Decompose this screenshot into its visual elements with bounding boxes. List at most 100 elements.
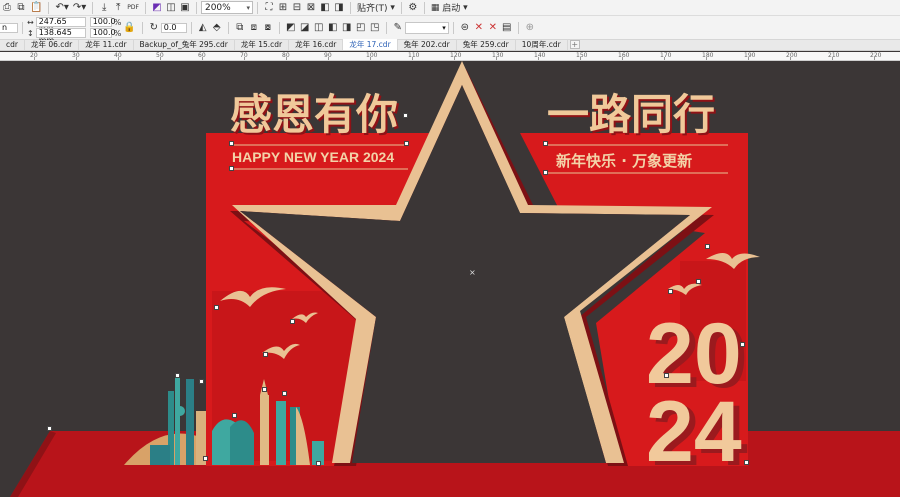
drawing-canvas[interactable]: 感恩有你 感恩有你 一路同行 一路同行 HAPPY NEW YEAR 2024 … xyxy=(0,61,900,497)
snap-to-button[interactable]: 贴齐(T) ▾ xyxy=(355,1,397,15)
selection-node[interactable] xyxy=(262,387,267,392)
lock-ratio-icon[interactable]: 🔒 xyxy=(121,21,137,35)
artwork: 感恩有你 感恩有你 一路同行 一路同行 HAPPY NEW YEAR 2024 … xyxy=(10,61,900,497)
selection-node[interactable] xyxy=(316,461,321,466)
paste-icon[interactable]: 📋 xyxy=(28,1,44,15)
undo-icon[interactable]: ↶▾ xyxy=(53,1,70,15)
scale-height-field[interactable]: 100.0 xyxy=(89,28,116,38)
selection-node[interactable] xyxy=(740,342,745,347)
happy-new-year-text: HAPPY NEW YEAR 2024 xyxy=(232,149,394,165)
ruler-label: 100 xyxy=(366,52,378,59)
weld-icon[interactable]: ◩ xyxy=(284,21,298,35)
create-boundary-icon[interactable]: ◳ xyxy=(368,21,382,35)
ruler-label: 180 xyxy=(702,52,714,59)
document-tab[interactable]: 10周年.cdr xyxy=(516,39,568,50)
chevron-down-icon: ▾ xyxy=(442,23,446,32)
launcher-icon[interactable]: ◫ xyxy=(164,1,178,15)
ruler-label: 170 xyxy=(660,52,672,59)
document-tab[interactable]: 龙年 17.cdr xyxy=(343,39,398,50)
document-tab[interactable]: 龙年 11.cdr xyxy=(79,39,134,50)
selection-node[interactable] xyxy=(229,166,234,171)
ruler-tick xyxy=(706,57,707,60)
selection-node[interactable] xyxy=(232,413,237,418)
rotate-icon[interactable]: ↻ xyxy=(147,21,161,35)
full-screen-icon[interactable]: ⛶ xyxy=(262,1,276,15)
welcome-icon[interactable]: ▣ xyxy=(178,1,192,15)
wrap-text-icon[interactable]: ⊜ xyxy=(458,21,472,35)
document-tab[interactable]: 兔年 202.cdr xyxy=(398,39,457,50)
document-tab[interactable]: 龙年 06.cdr xyxy=(25,39,80,50)
redo-icon[interactable]: ↷▾ xyxy=(71,1,88,15)
corel-connect-icon[interactable]: ◩ xyxy=(150,1,164,15)
launch-button[interactable]: ▦ 启动 ▾ xyxy=(429,1,470,15)
selection-node[interactable] xyxy=(664,373,669,378)
document-tab[interactable]: 龙年 16.cdr xyxy=(289,39,344,50)
document-tab[interactable]: 龙年 15.cdr xyxy=(235,39,290,50)
gear-icon[interactable]: ⚙ xyxy=(406,1,420,15)
selection-node[interactable] xyxy=(47,426,52,431)
percent-label: % xyxy=(113,17,122,27)
outline-icon[interactable]: ✎ xyxy=(391,21,405,35)
ruler-tick xyxy=(34,57,35,60)
selection-node[interactable] xyxy=(696,279,701,284)
document-tab[interactable]: cdr xyxy=(0,39,25,50)
document-tab[interactable]: Backup_of_兔年 295.cdr xyxy=(134,39,235,50)
align-distribute-icon[interactable]: ▤ xyxy=(500,21,514,35)
ruler-tick xyxy=(76,57,77,60)
print-icon[interactable]: ⎙ xyxy=(0,1,14,15)
ruler-tick xyxy=(328,57,329,60)
width-field[interactable]: 247.65 mm xyxy=(35,17,86,34)
outline-width-select[interactable]: ▾ xyxy=(404,21,449,34)
selection-node[interactable] xyxy=(203,456,208,461)
selection-node[interactable] xyxy=(705,244,710,249)
mirror-vertical-icon[interactable]: ⬘ xyxy=(210,21,224,35)
grid-icon[interactable]: ⊟ xyxy=(290,1,304,15)
group-icon[interactable]: ⧉ xyxy=(233,21,247,35)
selection-node[interactable] xyxy=(404,141,409,146)
selection-node[interactable] xyxy=(668,289,673,294)
selection-node[interactable] xyxy=(543,141,548,146)
front-minus-back-icon[interactable]: ◨ xyxy=(340,21,354,35)
separator xyxy=(278,21,280,34)
snap-icon[interactable]: ◧ xyxy=(318,1,332,15)
selection-node[interactable] xyxy=(214,305,219,310)
mirror-horizontal-icon[interactable]: ◭ xyxy=(196,21,210,35)
ungroup-all-icon[interactable]: ⧇ xyxy=(261,21,275,35)
horizontal-ruler: 20 30 40 50 60 70 80 90 100 110 120 130 140 150 160 170… xyxy=(0,52,900,61)
import-icon[interactable]: ⤓ xyxy=(97,1,111,15)
dynamic-guides-icon[interactable]: ◨ xyxy=(332,1,346,15)
object-position-field[interactable]: n xyxy=(0,22,18,33)
copy-icon[interactable]: ⧉ xyxy=(14,1,28,15)
to-front-icon[interactable]: ✕ xyxy=(472,21,486,35)
document-tab[interactable]: 兔年 259.cdr xyxy=(457,39,516,50)
selection-node[interactable] xyxy=(282,391,287,396)
selection-node[interactable] xyxy=(175,373,180,378)
separator xyxy=(141,21,143,34)
export-icon[interactable]: ⤒ xyxy=(111,1,125,15)
scale-width-field[interactable]: 100.0 xyxy=(89,17,116,27)
rulers-icon[interactable]: ⊞ xyxy=(276,1,290,15)
height-field[interactable]: 138.645 mm xyxy=(35,28,86,45)
selection-node[interactable] xyxy=(263,352,268,357)
to-back-icon[interactable]: ✕ xyxy=(486,21,500,35)
selection-node[interactable] xyxy=(543,170,548,175)
selection-node[interactable] xyxy=(290,319,295,324)
selection-node[interactable] xyxy=(744,460,749,465)
selection-node[interactable] xyxy=(403,113,408,118)
ruler-label: 110 xyxy=(408,52,420,59)
back-minus-front-icon[interactable]: ◰ xyxy=(354,21,368,35)
intersect-icon[interactable]: ◫ xyxy=(312,21,326,35)
guidelines-icon[interactable]: ⊠ xyxy=(304,1,318,15)
selection-node[interactable] xyxy=(199,379,204,384)
rotation-field[interactable]: 0.0 xyxy=(160,22,187,33)
add-preset-icon[interactable]: ⊕ xyxy=(523,21,537,35)
ruler-label: 160 xyxy=(618,52,630,59)
separator xyxy=(144,1,146,14)
ungroup-icon[interactable]: ⧈ xyxy=(247,21,261,35)
simplify-icon[interactable]: ◧ xyxy=(326,21,340,35)
add-tab-icon[interactable]: + xyxy=(569,40,580,49)
trim-icon[interactable]: ◪ xyxy=(298,21,312,35)
selection-node[interactable] xyxy=(229,141,234,146)
zoom-select[interactable]: 200% ▾ xyxy=(200,1,253,14)
export-pdf-icon[interactable]: PDF xyxy=(125,1,141,15)
